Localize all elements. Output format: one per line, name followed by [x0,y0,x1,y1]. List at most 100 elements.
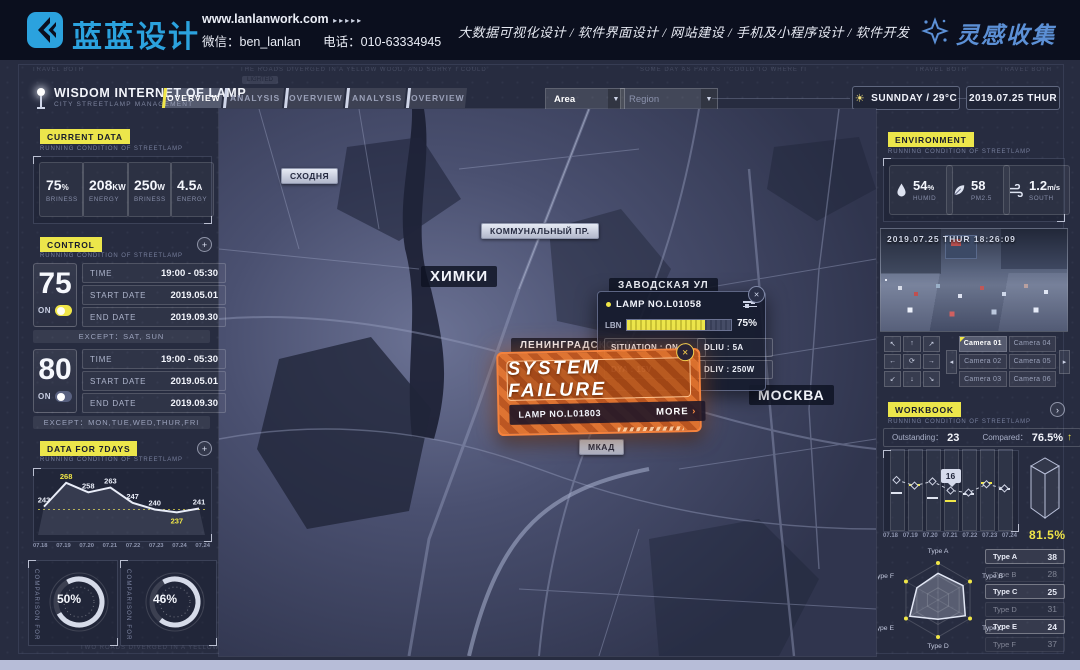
streetlamp-icon [36,88,46,110]
camera-05-button[interactable]: Camera 05 [1009,354,1057,370]
camera-04-button[interactable]: Camera 04 [1009,336,1057,352]
week-add-button[interactable]: + [197,441,212,456]
week-tick: 07.24 [195,543,210,549]
environment-subtitle: RUNNING CONDITION OF STREETLAMP [888,149,1031,155]
weather-box: ☀ SUNNDAY / 29°C [852,86,960,110]
week-tick: 07.21 [103,543,118,549]
svg-text:258: 258 [82,481,95,490]
legend-type-f[interactable]: Type F37 [985,637,1065,652]
pm25-card: 58 PM2.5 [946,165,1010,215]
map-label-kommunalny[interactable]: КОММУНАЛЬНЫЙ ПР. [481,223,599,239]
legend-type-a[interactable]: Type A38 [985,549,1065,564]
pan-up-right-button[interactable]: ↗ [923,336,940,352]
map-label-mkad[interactable]: МКАД [579,439,624,455]
workbook-tick: 07.24 [1002,533,1017,539]
pan-down-right-button[interactable]: ↘ [923,371,940,387]
camera-06-button[interactable]: Camera 06 [1009,371,1057,387]
control-add-button[interactable]: + [197,237,212,252]
pan-left-button[interactable]: ← [884,354,901,370]
decor-text: TRAVEL BOTH [915,67,967,73]
pan-down-left-button[interactable]: ↙ [884,371,901,387]
camera-next-button[interactable]: ▸ [1059,350,1070,374]
camera-02-button[interactable]: Camera 02 [959,354,1007,370]
svg-text:Type F: Type F [878,573,894,580]
workbook-tick: 07.21 [942,533,957,539]
tab-analysis-1[interactable]: ANALYSIS [223,88,284,108]
status-dot [606,302,611,307]
dashboard-screen: 蓝蓝设计 www.lanlanwork.com ▸▸▸▸▸ 微信：ben_lan… [0,0,1080,670]
hatch-decoration [618,426,684,431]
pan-down-button[interactable]: ↓ [903,371,920,387]
start-date-row[interactable]: START DATE2019.05.01 [82,285,226,305]
pan-up-left-button[interactable]: ↖ [884,336,901,352]
camera-03-button[interactable]: Camera 03 [959,371,1007,387]
end-date-row[interactable]: END DATE2019.09.30 [82,307,226,327]
tab-overview-2[interactable]: OVERVIEW [284,88,345,108]
legend-type-c[interactable]: Type C25 [985,584,1065,599]
connector-line [958,98,966,99]
legend-type-d[interactable]: Type D31 [985,602,1065,617]
workbook-tick: 07.20 [923,533,938,539]
trend-up-icon: ↑ [1067,432,1072,443]
week-tick: 07.20 [79,543,94,549]
sparkle-icon [920,16,950,46]
time-row[interactable]: TIME19:00 - 05:30 [82,263,226,283]
comparison-value: 50% [57,592,81,606]
lbn-label: LBN [605,321,621,330]
more-link[interactable]: MORE › [656,405,697,417]
camera-video-feed[interactable]: 2019.07.25 THUR 18:26:09 [880,228,1068,332]
stat-energy-kw: 208KW ENERGY [82,162,129,217]
brightness-group-75: 75 ON [33,263,77,327]
camera-dpad: ↖ ↑ ↗ ← ⟳ → ↙ ↓ ↘ [884,336,940,387]
decor-text: SOME DAY AS FAR AS I COULD TO WHERE IT [640,67,808,73]
except-bar: EXCEPT：MON,TUE,WED,THUR,FRI [33,416,210,429]
map-label-skhodnya[interactable]: СХОДНЯ [281,168,338,184]
tab-analysis-2[interactable]: ANALYSIS [345,88,406,108]
svg-text:237: 237 [171,516,184,525]
tab-overview-3[interactable]: OVERVIEW [406,88,467,108]
map-label-khimki[interactable]: ХИМКИ [421,266,497,287]
current-data-badge: CURRENT DATA [40,129,130,144]
svg-text:247: 247 [126,492,139,501]
comparison-value: 46% [153,592,177,606]
brightness-value: 75 [34,267,76,301]
popup-close-button[interactable]: ✕ [748,286,765,303]
failure-close-button[interactable]: ✕ [676,343,694,361]
dliv-cell: DLIV : 250W [697,360,773,379]
area-select[interactable]: Area▼ [545,88,625,110]
legend-type-e[interactable]: Type E24 [985,619,1065,634]
tab-overview-1[interactable]: OVERVIEW [162,88,223,108]
camera-timestamp: 2019.07.25 THUR 18:26:09 [887,234,1016,244]
environment-badge: ENVIRONMENT [888,132,974,147]
svg-text:Type A: Type A [928,548,949,555]
pan-up-button[interactable]: ↑ [903,336,920,352]
lanlan-logo-icon [26,11,64,49]
time-row[interactable]: TIME19:00 - 05:30 [82,349,226,369]
type-legend: Type A38 Type B28 Type C25 Type D31 Type… [985,549,1065,652]
current-data-panel: 75% BRINESS 208KW ENERGY 250W BRINESS 4.… [33,156,212,224]
inspiration-collect-link[interactable]: 灵感收集 [956,16,1056,50]
start-date-row[interactable]: START DATE2019.05.01 [82,371,226,391]
header-website-row: www.lanlanwork.com ▸▸▸▸▸ [202,10,363,28]
power-toggle-on[interactable] [55,305,72,316]
end-date-row[interactable]: END DATE2019.09.30 [82,393,226,413]
legend-type-b[interactable]: Type B28 [985,567,1065,582]
camera-01-button[interactable]: Camera 01 [959,336,1007,352]
camera-prev-button[interactable]: ◂ [946,350,957,374]
pan-right-button[interactable]: → [923,354,940,370]
workbook-more-button[interactable]: › [1050,402,1065,417]
week-subtitle: RUNNING CONDITION OF STREETLAMP [40,457,183,463]
chevron-down-icon: ▼ [701,89,717,109]
current-data-subtitle: RUNNING CONDITION OF STREETLAMP [40,146,183,152]
reset-rotate-button[interactable]: ⟳ [903,354,920,370]
date-box: 2019.07.25 THUR [966,86,1060,110]
region-select[interactable]: Region▼ [620,88,718,110]
lbn-value: 75% [737,318,757,329]
control-subtitle: RUNNING CONDITION OF STREETLAMP [40,253,183,259]
brightness-value: 80 [34,353,76,387]
failure-title: SYSTEM FAILURE [507,355,690,403]
week-tick: 07.23 [149,543,164,549]
power-toggle-off[interactable] [55,391,72,402]
website-link[interactable]: www.lanlanwork.com [202,12,329,26]
on-label: ON [38,392,51,401]
